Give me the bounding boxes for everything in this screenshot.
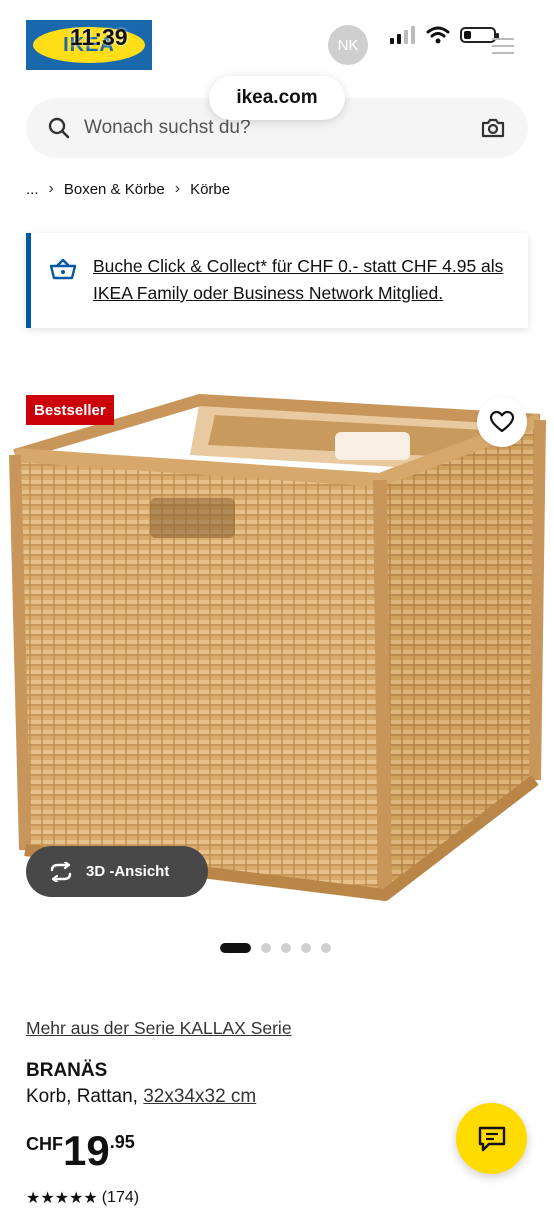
breadcrumb-item-koerbe[interactable]: Körbe bbox=[190, 181, 230, 198]
rating[interactable]: ★★★★★ (174) bbox=[26, 1188, 139, 1208]
carousel-dot[interactable] bbox=[220, 943, 251, 953]
3d-view-button[interactable]: 3D -Ansicht bbox=[26, 846, 208, 897]
size-link[interactable]: 32x34x32 cm bbox=[143, 1086, 256, 1107]
favorite-button[interactable] bbox=[477, 397, 527, 447]
avatar[interactable]: NK bbox=[328, 25, 368, 65]
breadcrumb-ellipsis[interactable]: ... bbox=[26, 181, 39, 198]
series-link[interactable]: Mehr aus der Serie KALLAX Serie bbox=[26, 1018, 292, 1039]
url-bar[interactable]: ikea.com bbox=[209, 76, 345, 120]
search-input[interactable]: Wonach suchst du? bbox=[84, 117, 480, 139]
product-type: Korb, Rattan, bbox=[26, 1086, 144, 1107]
camera-icon[interactable] bbox=[480, 117, 506, 139]
rating-count: (174) bbox=[101, 1189, 140, 1206]
status-icons bbox=[390, 26, 499, 44]
chat-button[interactable] bbox=[456, 1103, 527, 1174]
battery-icon bbox=[460, 27, 499, 43]
carousel-dot[interactable] bbox=[301, 943, 311, 953]
heart-icon bbox=[490, 411, 514, 433]
wifi-icon bbox=[426, 26, 450, 44]
price-currency: CHF bbox=[26, 1134, 63, 1154]
promo-link[interactable]: Buche Click & Collect* für CHF 0.- statt… bbox=[93, 253, 523, 307]
carousel-dot[interactable] bbox=[321, 943, 331, 953]
3d-view-label: 3D -Ansicht bbox=[86, 863, 170, 880]
price-integer: 19 bbox=[63, 1127, 110, 1174]
chat-icon bbox=[478, 1126, 505, 1151]
chevron-right-icon: › bbox=[48, 180, 54, 197]
status-time: 11:39 bbox=[70, 24, 128, 50]
price: CHF 19 .95 bbox=[26, 1128, 135, 1174]
click-collect-banner[interactable]: Buche Click & Collect* für CHF 0.- statt… bbox=[26, 233, 528, 328]
product-image[interactable] bbox=[0, 380, 554, 920]
carousel-dot[interactable] bbox=[281, 943, 291, 953]
search-icon bbox=[48, 117, 70, 139]
basket-icon bbox=[49, 258, 77, 280]
battery-level bbox=[464, 31, 471, 39]
breadcrumb: ... › Boxen & Körbe › Körbe bbox=[26, 180, 230, 198]
price-decimals: .95 bbox=[109, 1132, 135, 1152]
rotate-icon bbox=[50, 861, 72, 882]
breadcrumb-item-boxen[interactable]: Boxen & Körbe bbox=[64, 181, 165, 198]
menu-icon[interactable] bbox=[492, 38, 514, 59]
carousel-dot[interactable] bbox=[261, 943, 271, 953]
product-description: Korb, Rattan, 32x34x32 cm bbox=[26, 1086, 256, 1108]
cellular-signal-icon bbox=[390, 26, 415, 44]
star-icon: ★★★★★ bbox=[26, 1190, 98, 1207]
product-name: BRANÄS bbox=[26, 1060, 108, 1081]
image-carousel-dots[interactable] bbox=[220, 943, 331, 953]
chevron-right-icon: › bbox=[174, 180, 181, 197]
bestseller-badge: Bestseller bbox=[26, 395, 114, 425]
